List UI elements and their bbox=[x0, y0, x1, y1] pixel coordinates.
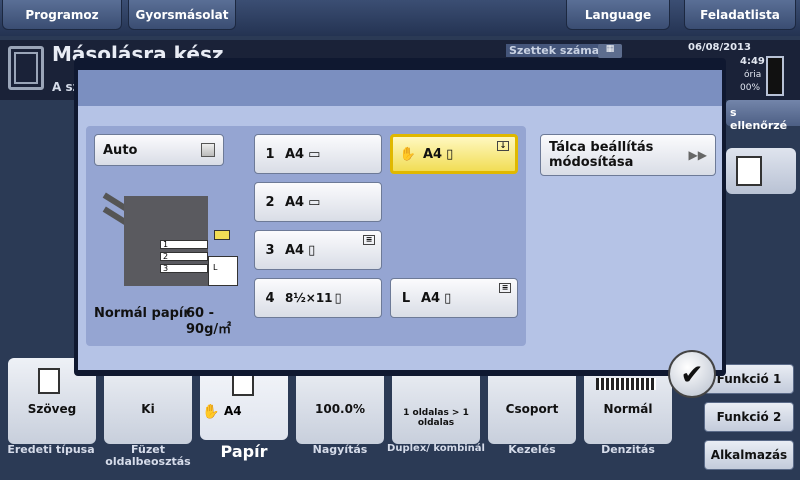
diagram-bypass: L bbox=[208, 256, 238, 286]
bypass-tray-size: A4 bbox=[421, 290, 441, 306]
tray-2-size: A4 bbox=[285, 194, 305, 210]
tray-2-button[interactable]: 2 A4 ▭ bbox=[254, 182, 382, 222]
paper-weight-line2: 90g/㎡ bbox=[186, 322, 232, 337]
quick-copy-button[interactable]: Gyorsmásolat bbox=[128, 0, 236, 30]
tile-duplex-value: 1 oldalas > 1 oldalas bbox=[403, 408, 469, 428]
tray-setting-change-button[interactable]: Tálca beállítás módosítása ▶▶ bbox=[540, 134, 716, 176]
hand-icon: ✋ bbox=[399, 146, 417, 162]
diagram-tray-3: 3 bbox=[160, 264, 208, 273]
tray-3-size: A4 bbox=[285, 242, 305, 258]
auto-label: Auto bbox=[103, 142, 138, 158]
tile-original-type-value: Szöveg bbox=[27, 402, 77, 416]
tray-setting-label: Tálca beállítás módosítása bbox=[549, 140, 653, 170]
tray-3-button[interactable]: 3 A4 ▯ ≡ bbox=[254, 230, 382, 270]
landscape-paper-icon: ▭ bbox=[308, 194, 321, 210]
preview-document-icon bbox=[736, 156, 762, 186]
check-settings-button[interactable]: s ellenőrzé bbox=[726, 100, 800, 132]
programs-button[interactable]: Programoz bbox=[2, 0, 122, 30]
tile-finishing-value: Csoport bbox=[505, 402, 559, 416]
tile-booklet-value: Ki bbox=[141, 402, 155, 416]
portrait-paper-icon: ▯ bbox=[444, 290, 452, 306]
tray-1-button[interactable]: 1 A4 ▭ bbox=[254, 134, 382, 174]
landscape-paper-icon: ▭ bbox=[308, 146, 321, 162]
sets-count-label: Szettek száma bbox=[506, 44, 603, 57]
tray-setting-line2: módosítása bbox=[549, 155, 634, 170]
portrait-paper-icon: ▯ bbox=[334, 290, 342, 306]
density-scale-icon bbox=[596, 378, 656, 390]
selected-tray-button[interactable]: ✋ A4 ▯ ↓ bbox=[390, 134, 518, 174]
text-document-icon bbox=[38, 368, 60, 394]
hand-icon: ✋ bbox=[202, 404, 220, 420]
auto-paper-button[interactable]: Auto bbox=[94, 134, 224, 166]
tile-duplex-caption: Duplex/ kombinál bbox=[387, 443, 485, 454]
tray-1-number: 1 bbox=[265, 146, 275, 162]
selected-tray-size: A4 bbox=[423, 146, 443, 162]
tile-density-caption: Denzitás bbox=[601, 443, 655, 456]
diagram-tray-1: 1 bbox=[160, 240, 208, 249]
tile-booklet-caption: Füzet oldalbeosztás bbox=[105, 443, 191, 468]
keypad-icon[interactable]: ▦ bbox=[598, 44, 622, 58]
tile-zoom-value: 100.0% bbox=[315, 402, 365, 416]
tile-paper-caption: Papír bbox=[220, 442, 268, 461]
down-arrow-icon: ↓ bbox=[497, 141, 509, 151]
language-button[interactable]: Language bbox=[566, 0, 670, 30]
memory-label: ória bbox=[744, 70, 762, 80]
ok-check-button[interactable]: ✔ bbox=[668, 350, 716, 398]
tile-paper-value: A4 bbox=[224, 404, 242, 418]
tray-2-number: 2 bbox=[265, 194, 275, 210]
memory-value: 00% bbox=[740, 83, 761, 93]
tray-4-size: 8½×11 bbox=[285, 291, 333, 305]
double-chevron-right-icon: ▶▶ bbox=[688, 147, 707, 162]
applications-button[interactable]: Alkalmazás bbox=[704, 440, 794, 470]
tray-setting-line1: Tálca beállítás bbox=[549, 140, 654, 155]
tile-zoom-caption: Nagyítás bbox=[312, 443, 368, 456]
paper-type-label: Normál papír bbox=[94, 306, 190, 321]
date-display: 06/08/2013 bbox=[688, 42, 751, 53]
tray-3-number: 3 bbox=[265, 242, 275, 258]
document-icon-inner bbox=[14, 52, 38, 84]
portrait-paper-icon: ▯ bbox=[308, 242, 316, 258]
portrait-paper-icon: ▯ bbox=[446, 146, 454, 162]
time-display: 4:49 bbox=[740, 56, 765, 67]
toner-gauge bbox=[766, 56, 784, 96]
bypass-tray-button[interactable]: L A4 ▯ ≡ bbox=[390, 278, 518, 318]
tile-finishing-caption: Kezelés bbox=[508, 443, 556, 456]
checkbox-icon bbox=[201, 143, 215, 157]
function-2-button[interactable]: Funkció 2 bbox=[704, 402, 794, 432]
diagram-tray-2: 2 bbox=[160, 252, 208, 261]
tray-4-number: 4 bbox=[265, 290, 275, 306]
tray-type-icon: ≡ bbox=[499, 283, 511, 293]
paper-weight-line1: 60 - bbox=[186, 306, 215, 321]
dialog-header bbox=[78, 70, 722, 106]
tray-type-icon: ≡ bbox=[363, 235, 375, 245]
tile-original-type-caption: Eredeti típusa bbox=[7, 443, 95, 456]
paper-weight: 60 - 90g/㎡ bbox=[186, 306, 231, 338]
check-icon: ✔ bbox=[680, 357, 704, 391]
job-list-button[interactable]: Feladatlista bbox=[684, 0, 796, 30]
selected-tray-marker-icon bbox=[214, 230, 230, 240]
bypass-tray-number: L bbox=[401, 290, 411, 306]
tile-density-value: Normál bbox=[603, 402, 653, 416]
tray-4-button[interactable]: 4 8½×11 ▯ bbox=[254, 278, 382, 318]
tray-1-size: A4 bbox=[285, 146, 305, 162]
